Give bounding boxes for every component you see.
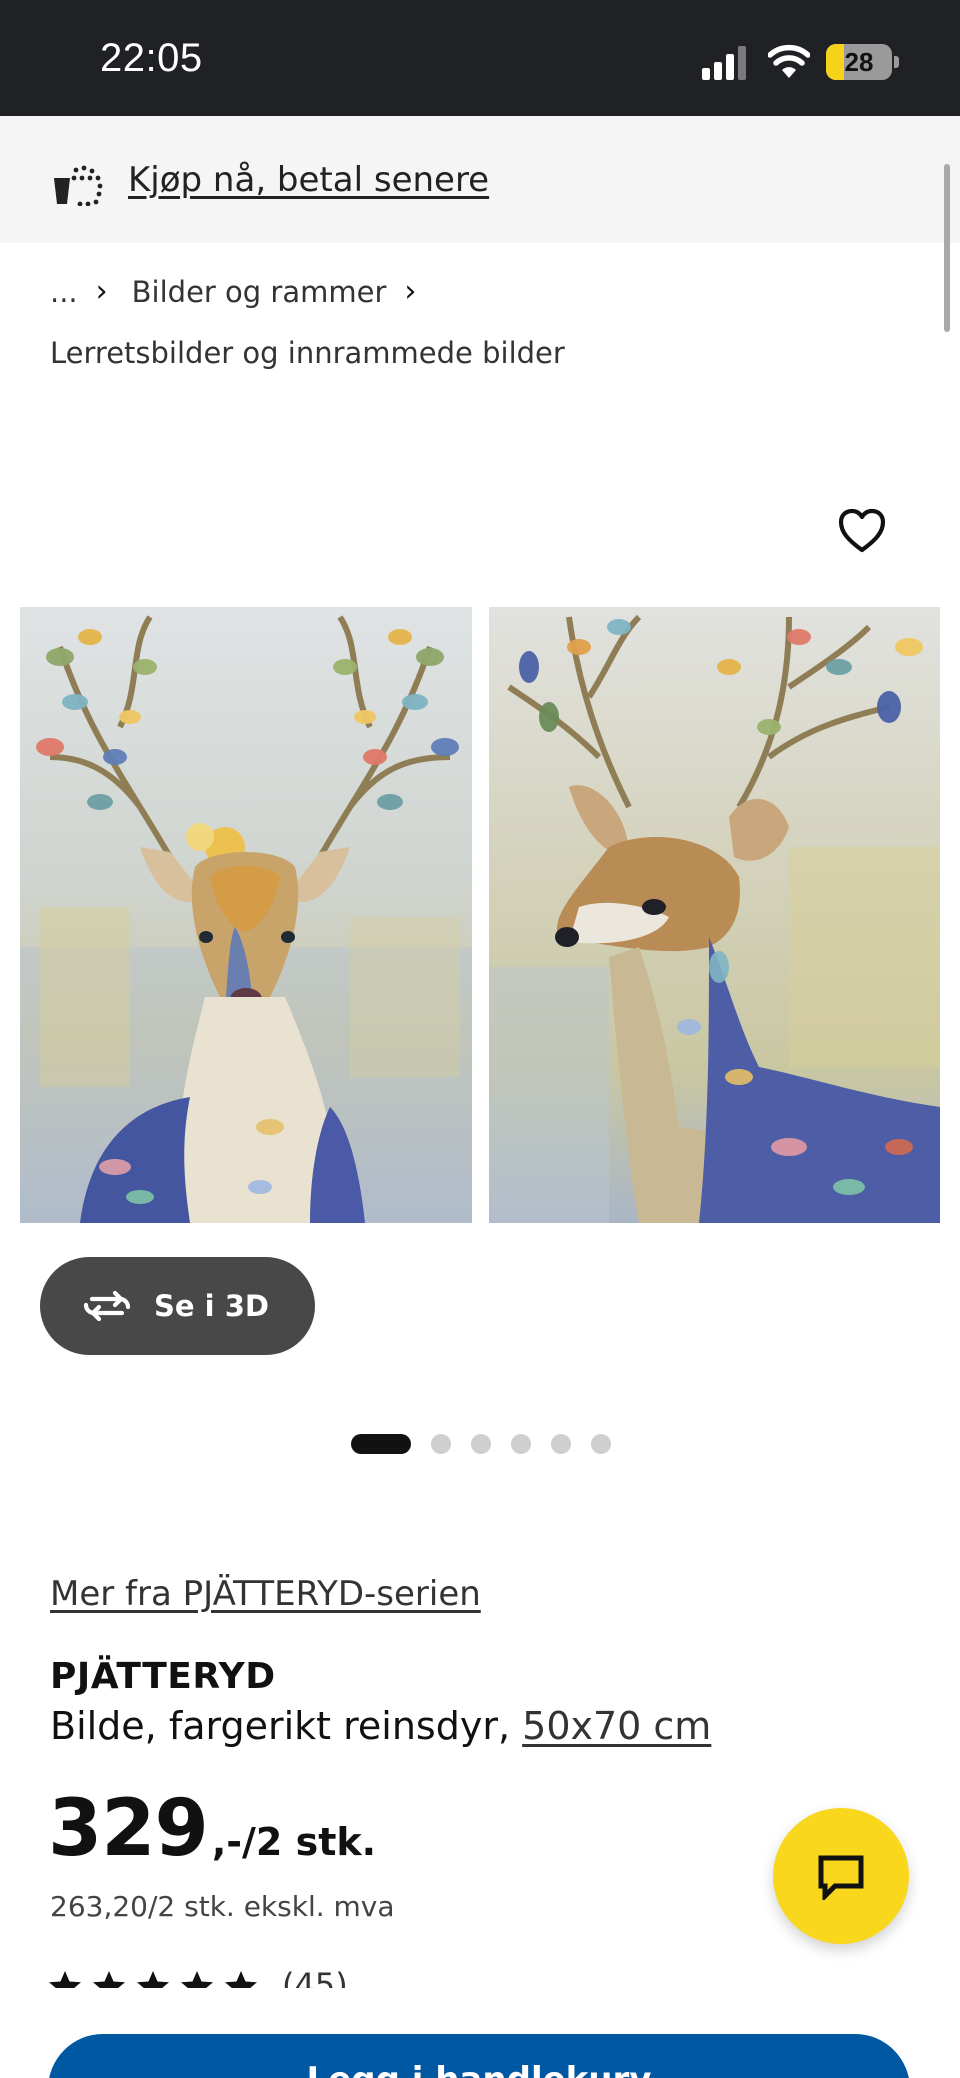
- view-3d-button[interactable]: Se i 3D: [40, 1257, 315, 1355]
- product-price: 329 ,-/2 stk.: [48, 1784, 376, 1874]
- carousel-dot[interactable]: [431, 1434, 451, 1454]
- price-excl-vat: 263,20/2 stk. ekskl. mva: [50, 1890, 395, 1923]
- series-link[interactable]: Mer fra PJÄTTERYD-serien: [50, 1574, 481, 1614]
- chat-button[interactable]: [773, 1808, 909, 1944]
- carousel-dot[interactable]: [471, 1434, 491, 1454]
- add-to-cart-label: Legg i handlekurv: [48, 2060, 910, 2078]
- carousel-dot[interactable]: [511, 1434, 531, 1454]
- star-icon: [181, 1971, 213, 1988]
- star-icon: [93, 1971, 125, 1988]
- star-icon: [225, 1971, 257, 1988]
- wifi-icon: [768, 44, 810, 78]
- product-image-2[interactable]: [489, 607, 940, 1223]
- review-count: (45): [282, 1966, 348, 2004]
- breadcrumb-category[interactable]: Bilder og rammer: [132, 275, 387, 309]
- battery-icon: 28: [826, 44, 892, 80]
- chat-icon: [818, 1855, 864, 1900]
- product-size-link[interactable]: 50x70 cm: [522, 1704, 711, 1748]
- carousel-dot[interactable]: [591, 1434, 611, 1454]
- product-image-1[interactable]: [20, 607, 472, 1223]
- deer-front-painting: [20, 607, 472, 1223]
- signal-icon: [702, 46, 746, 80]
- price-suffix: ,-/2 stk.: [211, 1820, 377, 1864]
- breadcrumb-ellipsis[interactable]: ...: [50, 275, 78, 309]
- carousel-dot[interactable]: [551, 1434, 571, 1454]
- bnpl-link[interactable]: Kjøp nå, betal senere: [128, 160, 489, 200]
- star-icon: [49, 1971, 81, 1988]
- bnpl-icon: [54, 165, 103, 206]
- battery-cap: [894, 56, 899, 68]
- status-time: 22:05: [100, 36, 203, 80]
- breadcrumb: ... › Bilder og rammer ›: [50, 274, 440, 309]
- chevron-right-icon: ›: [404, 274, 417, 309]
- scrollbar-thumb[interactable]: [944, 164, 950, 332]
- carousel-pagination: [351, 1434, 631, 1454]
- rotate-3d-icon: [83, 1290, 131, 1322]
- view-3d-label: Se i 3D: [154, 1289, 269, 1323]
- heart-icon[interactable]: [838, 508, 886, 554]
- bnpl-banner: Kjøp nå, betal senere: [0, 116, 960, 243]
- product-description-text: Bilde, fargerikt reinsdyr,: [50, 1704, 511, 1748]
- product-name: PJÄTTERYD: [50, 1656, 276, 1697]
- breadcrumb-leaf[interactable]: Lerretsbilder og innrammede bilder: [50, 336, 565, 370]
- chevron-right-icon: ›: [95, 274, 108, 309]
- rating-stars: [48, 1970, 268, 1988]
- battery-percentage: 28: [844, 47, 874, 77]
- product-description: Bilde, fargerikt reinsdyr, 50x70 cm: [50, 1704, 711, 1748]
- price-amount: 329: [48, 1784, 209, 1874]
- star-icon: [137, 1971, 169, 1988]
- carousel-dot-active[interactable]: [351, 1434, 411, 1454]
- deer-side-painting: [489, 607, 940, 1223]
- status-bar: 22:05 28: [0, 0, 960, 116]
- add-to-cart-button[interactable]: Legg i handlekurv: [48, 2034, 910, 2078]
